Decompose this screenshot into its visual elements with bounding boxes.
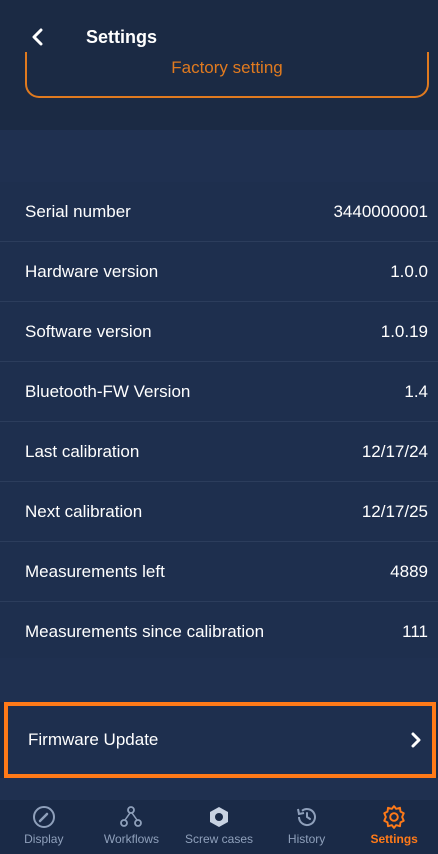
software-version-row: Software version 1.0.19 — [0, 302, 438, 362]
tab-history[interactable]: History — [263, 800, 351, 854]
workflow-icon — [118, 804, 144, 830]
device-info-list: Serial number 3440000001 Hardware versio… — [0, 182, 438, 662]
measurements-since-calibration-row: Measurements since calibration 111 — [0, 602, 438, 662]
serial-number-row: Serial number 3440000001 — [0, 182, 438, 242]
row-label: Bluetooth-FW Version — [25, 381, 191, 401]
gear-icon — [381, 804, 407, 830]
row-value: 111 — [402, 622, 428, 641]
hardware-version-row: Hardware version 1.0.0 — [0, 242, 438, 302]
tab-settings[interactable]: Settings — [350, 800, 438, 854]
hexagon-nut-icon — [206, 804, 232, 830]
firmware-update-item[interactable]: Firmware Update — [4, 702, 436, 778]
tab-label: Settings — [370, 832, 418, 846]
row-value: 12/17/25 — [361, 501, 428, 521]
row-label: Last calibration — [25, 441, 140, 461]
row-label: Measurements left — [25, 561, 165, 581]
page-title: Settings — [86, 27, 158, 47]
row-label: Hardware version — [25, 261, 159, 281]
top-bar: Settings Factory setting — [0, 0, 438, 130]
row-value: 1.0.0 — [390, 261, 428, 281]
history-icon — [294, 804, 320, 830]
chevron-left-icon — [32, 28, 43, 46]
bottom-tab-bar: Display Workflows Screw cases History Se… — [0, 800, 438, 854]
chevron-right-icon — [410, 732, 424, 748]
row-value: 12/17/24 — [361, 441, 428, 461]
row-value: 3440000001 — [333, 201, 428, 221]
row-value: 1.0.19 — [380, 321, 428, 341]
next-calibration-row: Next calibration 12/17/25 — [0, 482, 438, 542]
section-divider — [0, 658, 438, 702]
gauge-icon — [31, 804, 57, 830]
bluetooth-fw-version-row: Bluetooth-FW Version 1.4 — [0, 362, 438, 422]
back-button[interactable] — [26, 26, 48, 48]
tab-screw-cases[interactable]: Screw cases — [175, 800, 263, 854]
tab-label: Display — [24, 832, 64, 846]
factory-setting-button[interactable]: Factory setting — [25, 52, 429, 98]
tab-workflows[interactable]: Workflows — [88, 800, 176, 854]
last-calibration-row: Last calibration 12/17/24 — [0, 422, 438, 482]
tab-display[interactable]: Display — [0, 800, 88, 854]
row-label: Next calibration — [25, 501, 143, 521]
row-label: Measurements since calibration — [25, 622, 265, 641]
tab-label: History — [287, 832, 326, 846]
row-value: 1.4 — [404, 381, 428, 401]
section-divider — [0, 778, 438, 800]
row-label: Serial number — [25, 201, 131, 221]
tab-label: Workflows — [103, 832, 159, 846]
factory-setting-label: Factory setting — [171, 58, 283, 77]
firmware-update-label: Firmware Update — [28, 730, 159, 749]
measurements-left-row: Measurements left 4889 — [0, 542, 438, 602]
tab-label: Screw cases — [184, 832, 253, 846]
row-value: 4889 — [390, 561, 428, 581]
row-label: Software version — [25, 321, 152, 341]
section-divider — [0, 130, 438, 182]
